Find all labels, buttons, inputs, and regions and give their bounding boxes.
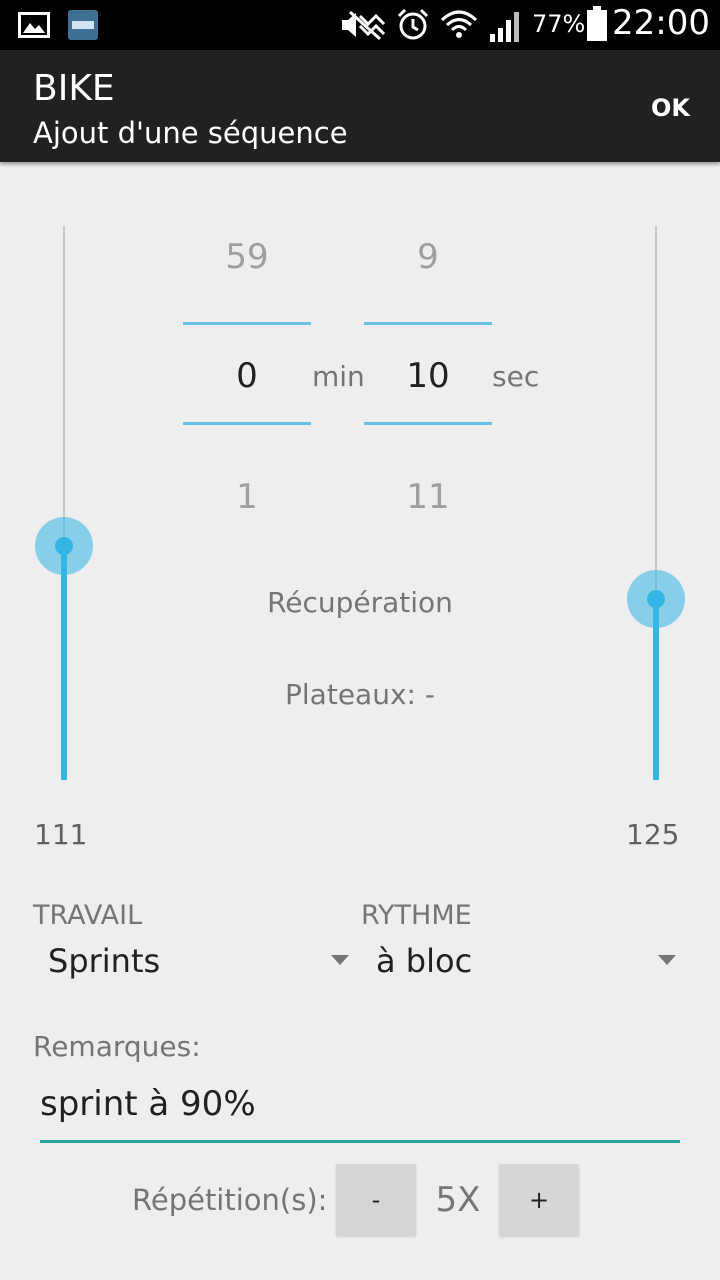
mute-icon: [340, 10, 388, 44]
travail-value: Sprints: [48, 942, 161, 980]
minutes-unit: min: [312, 360, 365, 393]
remarks-label: Remarques:: [33, 1030, 201, 1063]
battery-icon: [586, 6, 608, 46]
minutes-next[interactable]: 1: [183, 477, 311, 517]
minutes-prev[interactable]: 59: [183, 237, 311, 277]
app-toolbar: BIKE Ajout d'une séquence OK: [0, 50, 720, 162]
decrement-button[interactable]: -: [336, 1164, 416, 1236]
chevron-down-icon: [658, 955, 676, 965]
seconds-unit: sec: [492, 360, 540, 393]
travail-spinner[interactable]: Sprints: [33, 936, 363, 992]
plateaux-label: Plateaux: -: [285, 678, 435, 711]
chevron-down-icon: [331, 955, 349, 965]
minutes-divider-top: [183, 322, 311, 325]
wifi-icon: [440, 8, 478, 46]
clock: 22:00: [612, 3, 710, 43]
seconds-divider-bottom: [364, 422, 492, 425]
gallery-icon: [18, 12, 50, 42]
seconds-next[interactable]: 11: [364, 477, 492, 517]
minutes-divider-bottom: [183, 422, 311, 425]
right-slider-value: 125: [626, 818, 680, 851]
increment-button[interactable]: +: [499, 1164, 579, 1236]
repetitions-count: 5X: [435, 1180, 481, 1220]
rythme-header: RYTHME: [361, 900, 472, 931]
app-icon: [68, 10, 98, 44]
repetitions-label: Répétition(s):: [132, 1183, 328, 1217]
seconds-current[interactable]: 10: [364, 356, 492, 396]
battery-percent: 77%: [532, 10, 586, 38]
status-bar: 77% 22:00: [0, 0, 720, 50]
left-slider-fill: [61, 546, 67, 780]
alarm-icon: [396, 8, 430, 46]
toolbar-title: BIKE: [33, 68, 115, 109]
ok-button[interactable]: OK: [651, 94, 690, 122]
seconds-prev[interactable]: 9: [364, 237, 492, 277]
remarks-input[interactable]: [40, 1080, 680, 1128]
signal-icon: [488, 10, 522, 46]
phase-label: Récupération: [267, 586, 453, 619]
rythme-value: à bloc: [376, 942, 473, 980]
left-slider-value: 111: [34, 818, 88, 851]
rythme-spinner[interactable]: à bloc: [361, 936, 691, 992]
toolbar-subtitle: Ajout d'une séquence: [33, 116, 348, 150]
minutes-current[interactable]: 0: [183, 356, 311, 396]
seconds-divider-top: [364, 322, 492, 325]
travail-header: TRAVAIL: [33, 900, 143, 931]
remarks-underline: [40, 1140, 680, 1143]
left-slider-thumb-dot: [55, 537, 73, 555]
